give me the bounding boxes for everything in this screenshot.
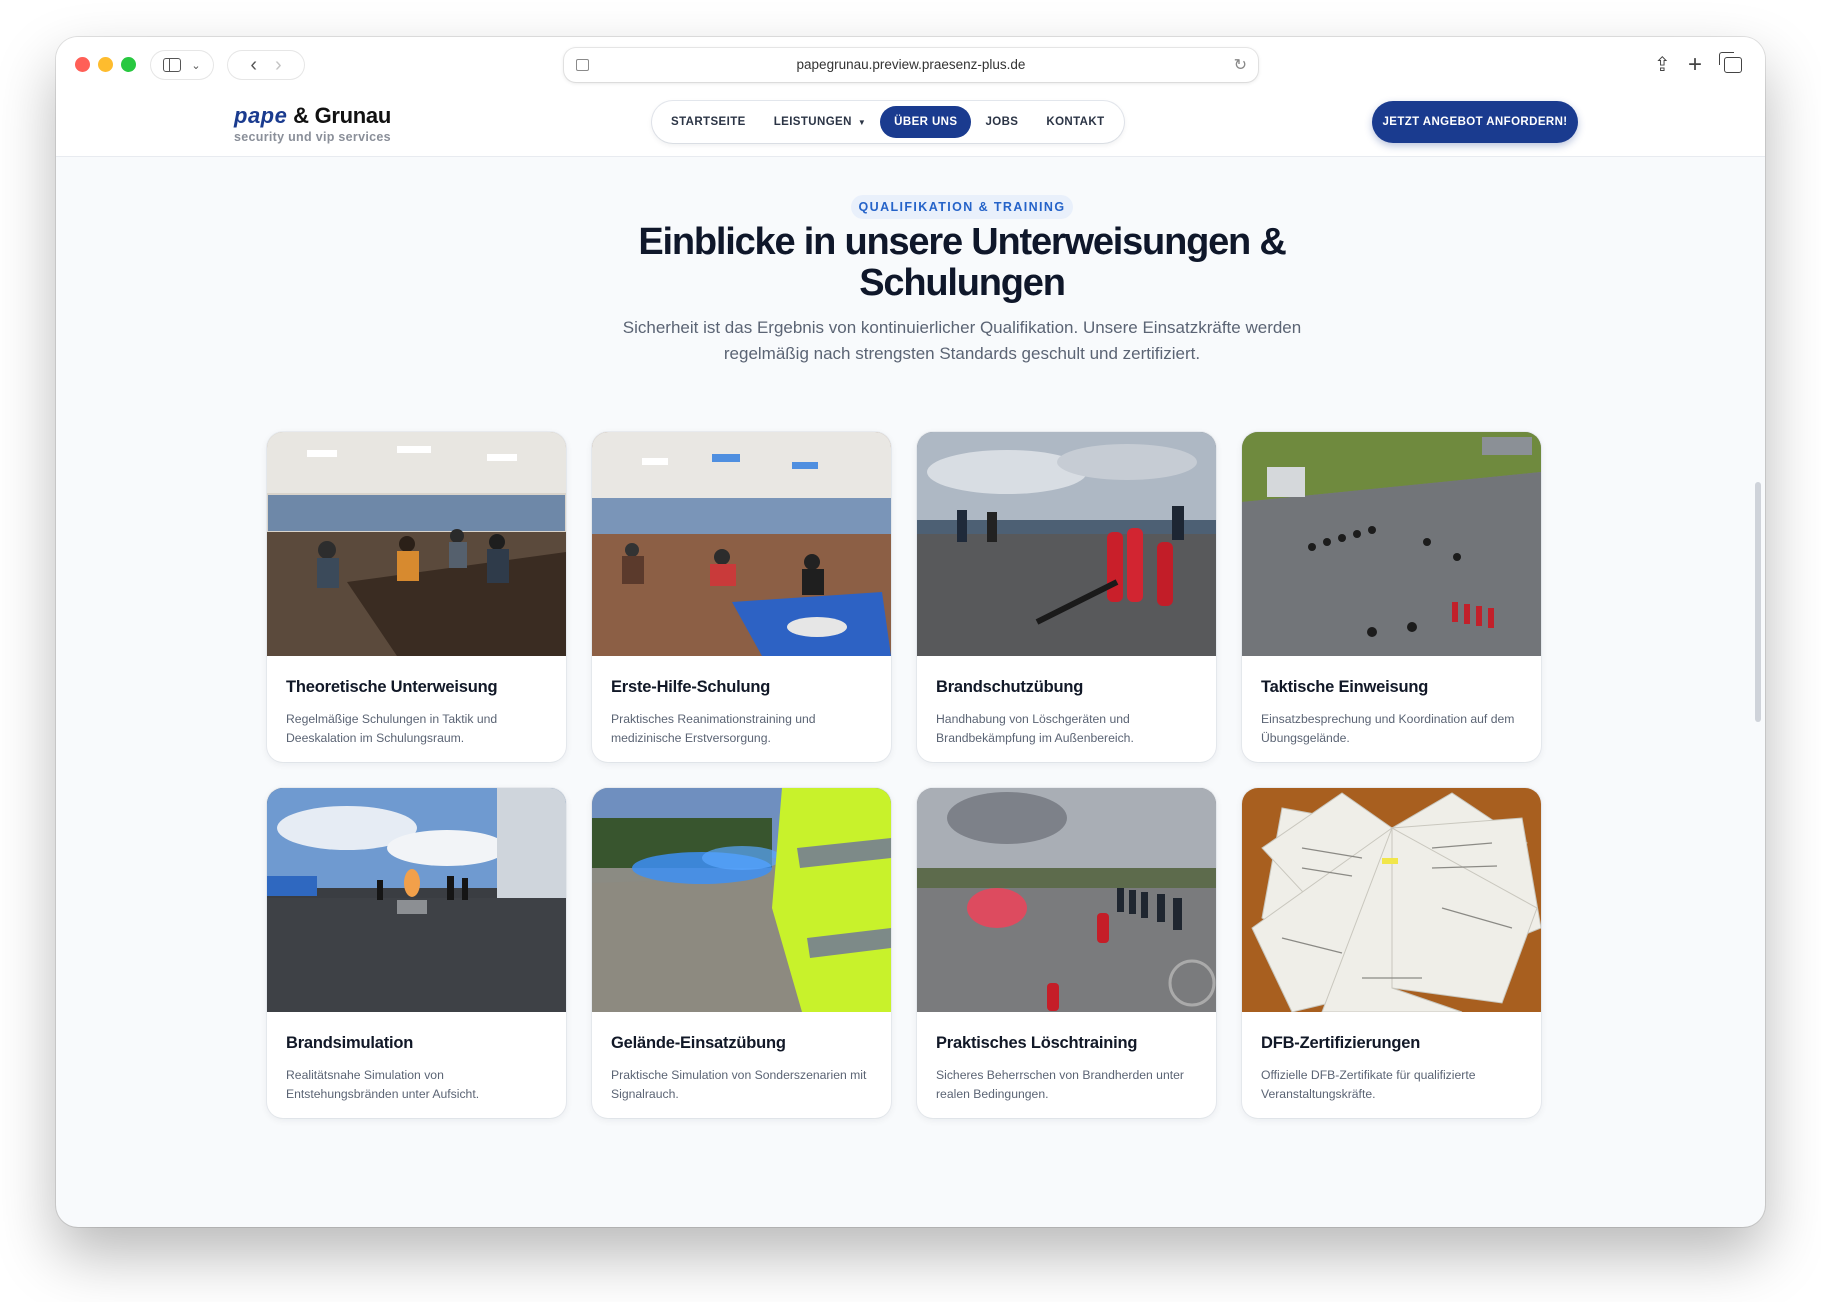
card-photo-fire-simulation (267, 788, 566, 1012)
nav-label: KONTAKT (1046, 116, 1105, 128)
card-text: Regelmäßige Schulungen in Taktik und Dee… (286, 712, 498, 745)
card-text: Offizielle DFB-Zertifikate für qualifizi… (1261, 1068, 1476, 1101)
zoom-window-button[interactable] (121, 57, 136, 72)
card-text: Praktisches Reanimationstraining und med… (611, 712, 816, 745)
request-quote-button[interactable]: JETZT ANGEBOT ANFORDERN! (1372, 101, 1578, 143)
history-nav: ‹ › (228, 51, 304, 79)
card-title: Gelände-Einsatzübung (611, 1034, 786, 1052)
card-text: Sicheres Beherrschen von Brandherden unt… (936, 1068, 1184, 1101)
card-title: Brandsimulation (286, 1034, 414, 1052)
section-eyebrow-badge: QUALIFIKATION & TRAINING (851, 195, 1073, 219)
close-window-button[interactable] (75, 57, 90, 72)
card-text: Handhabung von Löschgeräten und Brandbek… (936, 712, 1134, 745)
forward-button[interactable]: › (275, 55, 282, 75)
page-scrollbar[interactable] (1755, 482, 1761, 722)
browser-toolbar: ⌄ ‹ › papegrunau.preview.praesenz-plus.d… (56, 37, 1765, 89)
nav-startseite[interactable]: STARTSEITE (657, 106, 760, 138)
address-bar[interactable]: papegrunau.preview.praesenz-plus.de ↻ (564, 48, 1258, 82)
gallery-card[interactable]: Taktische Einweisung Einsatzbesprechung … (1242, 432, 1541, 762)
chevron-down-icon: ▼ (857, 117, 867, 127)
nav-label: STARTSEITE (671, 116, 746, 128)
gallery-card[interactable]: Theoretische Unterweisung Regelmäßige Sc… (267, 432, 566, 762)
gallery-card[interactable]: Brandschutzübung Handhabung von Löschger… (917, 432, 1216, 762)
section-title: Einblicke in unsere Unterweisungen & Sch… (638, 221, 1286, 304)
share-icon[interactable]: ⇪ (1654, 51, 1671, 79)
sidebar-icon (163, 58, 182, 72)
card-photo-extinguishing-training (917, 788, 1216, 1012)
card-title: Praktisches Löschtraining (936, 1034, 1138, 1052)
new-tab-icon[interactable]: + (1688, 51, 1702, 79)
logo-tagline: security und vip services (234, 130, 391, 144)
browser-window: ⌄ ‹ › papegrunau.preview.praesenz-plus.d… (56, 37, 1765, 1227)
card-photo-tactical-briefing (1242, 432, 1541, 656)
sidebar-toggle-button[interactable]: ⌄ (151, 51, 213, 79)
card-photo-dfb-certificates (1242, 788, 1541, 1012)
url-text: papegrunau.preview.praesenz-plus.de (796, 57, 1026, 72)
card-text: Praktische Simulation von Sonderszenarie… (611, 1068, 867, 1101)
card-title: Theoretische Unterweisung (286, 678, 498, 696)
gallery-card[interactable]: Gelände-Einsatzübung Praktische Simulati… (592, 788, 891, 1118)
site-header: pape & Grunau security und vip services … (56, 89, 1765, 157)
logo-rest: & Grunau (287, 103, 391, 128)
logo-brand: pape (234, 103, 288, 128)
card-title: Erste-Hilfe-Schulung (611, 678, 771, 696)
nav-label: JOBS (985, 116, 1019, 128)
gallery-card[interactable]: Erste-Hilfe-Schulung Praktisches Reanima… (592, 432, 891, 762)
site-logo[interactable]: pape & Grunau security und vip services (234, 103, 391, 144)
card-text: Einsatzbesprechung und Koordination auf … (1261, 712, 1515, 745)
card-text: Realitätsnahe Simulation von Entstehungs… (286, 1068, 480, 1101)
card-photo-signal-smoke (592, 788, 891, 1012)
gallery-card[interactable]: Praktisches Löschtraining Sicheres Beher… (917, 788, 1216, 1118)
tab-overview-icon[interactable] (1719, 52, 1742, 73)
chevron-down-icon: ⌄ (191, 59, 201, 72)
card-title: Brandschutzübung (936, 678, 1084, 696)
card-title: DFB-Zertifizierungen (1261, 1034, 1421, 1052)
gallery-card[interactable]: DFB-Zertifizierungen Offizielle DFB-Zert… (1242, 788, 1541, 1118)
nav-label: ÜBER UNS (894, 116, 958, 128)
main-nav: STARTSEITE LEISTUNGEN ▼ ÜBER UNS JOBS KON… (652, 101, 1124, 143)
card-photo-fire-extinguishers (917, 432, 1216, 656)
nav-leistungen[interactable]: LEISTUNGEN ▼ (760, 106, 880, 138)
gallery-card[interactable]: Brandsimulation Realitätsnahe Simulation… (267, 788, 566, 1118)
nav-kontakt[interactable]: KONTAKT (1032, 106, 1118, 138)
logo-wordmark: pape & Grunau (234, 103, 391, 129)
nav-ueber-uns[interactable]: ÜBER UNS (880, 106, 972, 138)
card-photo-classroom (267, 432, 566, 656)
back-button[interactable]: ‹ (250, 55, 257, 75)
minimize-window-button[interactable] (98, 57, 113, 72)
nav-label: LEISTUNGEN (773, 116, 852, 128)
card-title: Taktische Einweisung (1261, 678, 1429, 696)
card-photo-first-aid (592, 432, 891, 656)
section-subtitle: Sicherheit ist das Ergebnis von kontinui… (622, 318, 1302, 363)
reload-icon[interactable]: ↻ (1234, 55, 1247, 75)
nav-jobs[interactable]: JOBS (971, 106, 1032, 138)
